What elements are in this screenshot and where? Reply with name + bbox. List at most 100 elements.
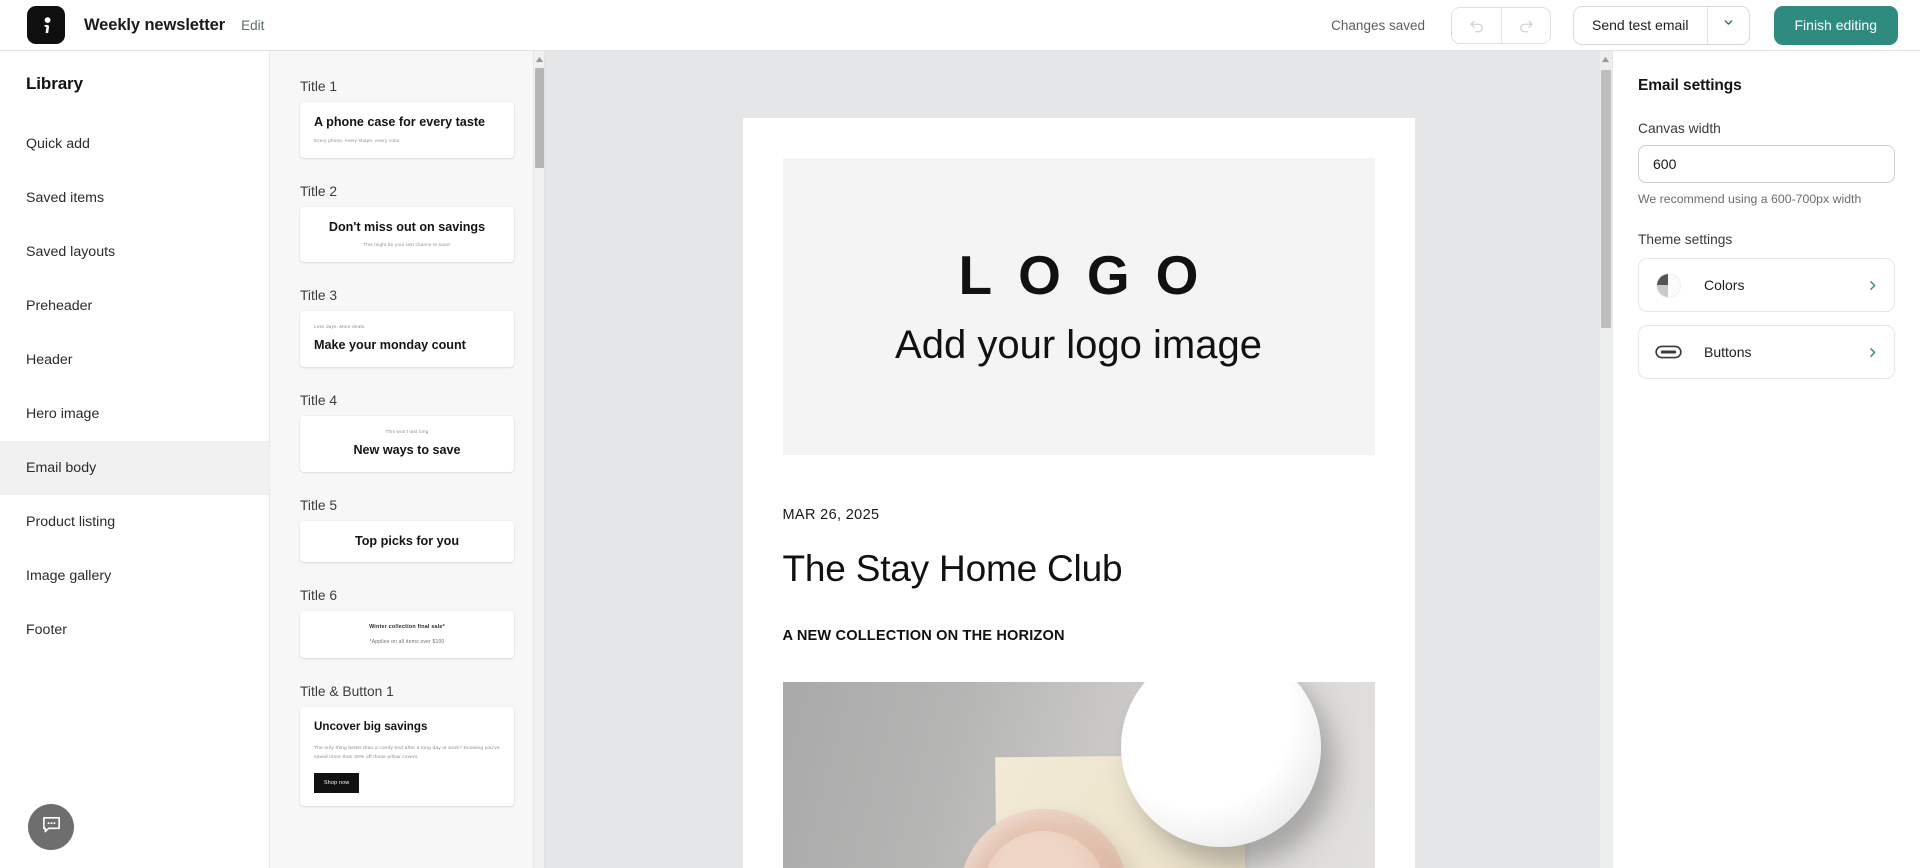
block-group-title-5: Title 5 Top picks for you [300,498,514,563]
block-group-title-4: Title 4 This won't last long New ways to… [300,393,514,472]
canvas-width-help: We recommend using a 600-700px width [1638,192,1862,206]
email-settings-panel: Email settings Canvas width We recommend… [1612,51,1920,868]
block-heading: A phone case for every taste [314,115,486,129]
block-subtitle: Every phone, every shape, every color [314,137,400,143]
library-sidebar: Library Quick add Saved items Saved layo… [0,51,270,868]
color-pie-icon [1654,272,1682,298]
sidebar-item-quick-add[interactable]: Quick add [0,117,269,171]
sidebar-item-saved-layouts[interactable]: Saved layouts [0,225,269,279]
block-heading: Top picks for you [354,533,460,548]
block-label: Title & Button 1 [300,684,394,700]
redo-button[interactable] [1501,7,1550,43]
block-group-title-2: Title 2 Don't miss out on savings This m… [300,184,514,263]
top-bar-actions: Changes saved Send test email Finish edi… [1331,5,1898,45]
block-heading: New ways to save [353,442,461,457]
theme-row-colors[interactable]: Colors [1638,258,1895,312]
block-group-title-1: Title 1 A phone case for every taste Eve… [300,79,514,158]
sidebar-item-header[interactable]: Header [0,333,269,387]
edit-title-link[interactable]: Edit [241,18,264,33]
block-group-title-button-1: Title & Button 1 Uncover big savings The… [300,684,514,807]
save-status: Changes saved [1331,17,1425,33]
email-headline[interactable]: The Stay Home Club [783,548,1375,590]
chat-support-button[interactable] [28,804,74,850]
blocks-panel-scrollbar[interactable] [533,51,544,868]
sidebar-item-preheader[interactable]: Preheader [0,279,269,333]
block-card-title-6[interactable]: Winter collection final sale* *Applies o… [300,611,514,659]
block-label: Title 5 [300,497,338,513]
block-label: Title 3 [300,288,338,304]
history-button-group [1451,6,1551,44]
email-content-block: MAR 26, 2025 The Stay Home Club A NEW CO… [743,507,1415,868]
email-canvas: LOGO Add your logo image MAR 26, 2025 Th… [545,51,1612,868]
hero-image[interactable] [782,681,1375,868]
logo-placeholder-block[interactable]: LOGO Add your logo image [782,158,1375,455]
sidebar-item-image-gallery[interactable]: Image gallery [0,549,269,603]
block-group-title-6: Title 6 Winter collection final sale* *A… [300,588,514,659]
sidebar-item-label: Email body [26,460,97,476]
theme-row-label: Colors [1704,277,1745,293]
app-logo-icon[interactable] [27,6,65,44]
block-card-title-1[interactable]: A phone case for every taste Every phone… [300,102,514,158]
finish-editing-button[interactable]: Finish editing [1773,5,1898,45]
block-label: Title 1 [300,79,338,94]
canvas-width-label: Canvas width [1638,121,1721,136]
sidebar-item-saved-items[interactable]: Saved items [0,171,269,225]
block-card-title-button-1[interactable]: Uncover big savings The only thing bette… [300,707,514,807]
top-bar: Weekly newsletter Edit Changes saved Sen… [0,0,1920,51]
library-title: Library [26,74,83,93]
block-card-title-5[interactable]: Top picks for you [300,520,514,563]
settings-title: Email settings [1638,77,1742,94]
logo-word: LOGO [958,244,1225,306]
sidebar-item-product-listing[interactable]: Product listing [0,495,269,549]
block-card-title-4[interactable]: This won't last long New ways to save [300,415,514,472]
block-subtitle: Less days. More deals. [314,324,366,330]
block-heading: Don't miss out on savings [328,219,486,234]
block-body-text: The only thing better than a comfy bed a… [314,745,500,761]
email-kicker[interactable]: A NEW COLLECTION ON THE HORIZON [783,628,1375,644]
sidebar-item-label: Header [26,352,73,368]
block-card-title-2[interactable]: Don't miss out on savings This might be … [300,206,514,263]
sidebar-item-footer[interactable]: Footer [0,603,269,657]
undo-button[interactable] [1452,7,1501,43]
blocks-scrollbar-thumb[interactable] [535,68,544,168]
canvas-scroll-up-arrow-icon[interactable] [1600,53,1611,66]
canvas-scrollbar[interactable] [1600,51,1612,868]
chevron-down-icon [1722,16,1735,34]
page-title: Weekly newsletter [84,15,226,34]
undo-icon [1468,16,1486,34]
block-heading: Make your monday count [314,338,466,353]
block-subtitle: *Applies on all items over $100 [369,639,445,646]
chevron-right-icon [1866,346,1879,359]
scroll-up-arrow-icon[interactable] [534,53,544,66]
canvas-scrollbar-thumb[interactable] [1601,70,1611,328]
email-date[interactable]: MAR 26, 2025 [783,507,1375,523]
sidebar-item-label: Saved layouts [26,244,116,260]
block-label: Title 4 [300,392,338,408]
sidebar-item-email-body[interactable]: Email body [0,441,269,495]
block-subtitle: This won't last long [385,428,429,434]
sidebar-item-hero-image[interactable]: Hero image [0,387,269,441]
logo-caption: Add your logo image [895,323,1262,367]
editor-body: Library Quick add Saved items Saved layo… [0,51,1920,868]
sidebar-item-label: Image gallery [26,568,112,584]
sidebar-item-label: Saved items [26,190,105,206]
sidebar-item-label: Quick add [26,136,90,152]
blocks-panel: Title 1 A phone case for every taste Eve… [270,51,545,868]
email-editor-app: Weekly newsletter Edit Changes saved Sen… [0,0,1920,868]
block-subtitle: This might be your last chance to save! [363,242,451,248]
send-test-email-dropdown-button[interactable] [1706,6,1749,44]
sidebar-item-label: Product listing [26,514,116,530]
sidebar-item-label: Hero image [26,406,100,422]
block-card-title-3[interactable]: Less days. More deals. Make your monday … [300,311,514,367]
theme-settings-label: Theme settings [1638,232,1733,247]
email-sheet[interactable]: LOGO Add your logo image MAR 26, 2025 Th… [742,118,1415,868]
block-cta-button[interactable]: Shop now [314,773,360,794]
canvas-width-input[interactable] [1638,145,1895,183]
theme-row-buttons[interactable]: Buttons [1638,325,1895,379]
block-group-title-3: Title 3 Less days. More deals. Make your… [300,288,514,367]
send-test-email-split-button: Send test email [1573,5,1750,45]
send-test-email-button[interactable]: Send test email [1574,6,1707,44]
chat-bubble-icon [40,813,63,841]
block-heading: Uncover big savings [314,720,428,734]
sidebar-item-label: Preheader [26,298,93,314]
